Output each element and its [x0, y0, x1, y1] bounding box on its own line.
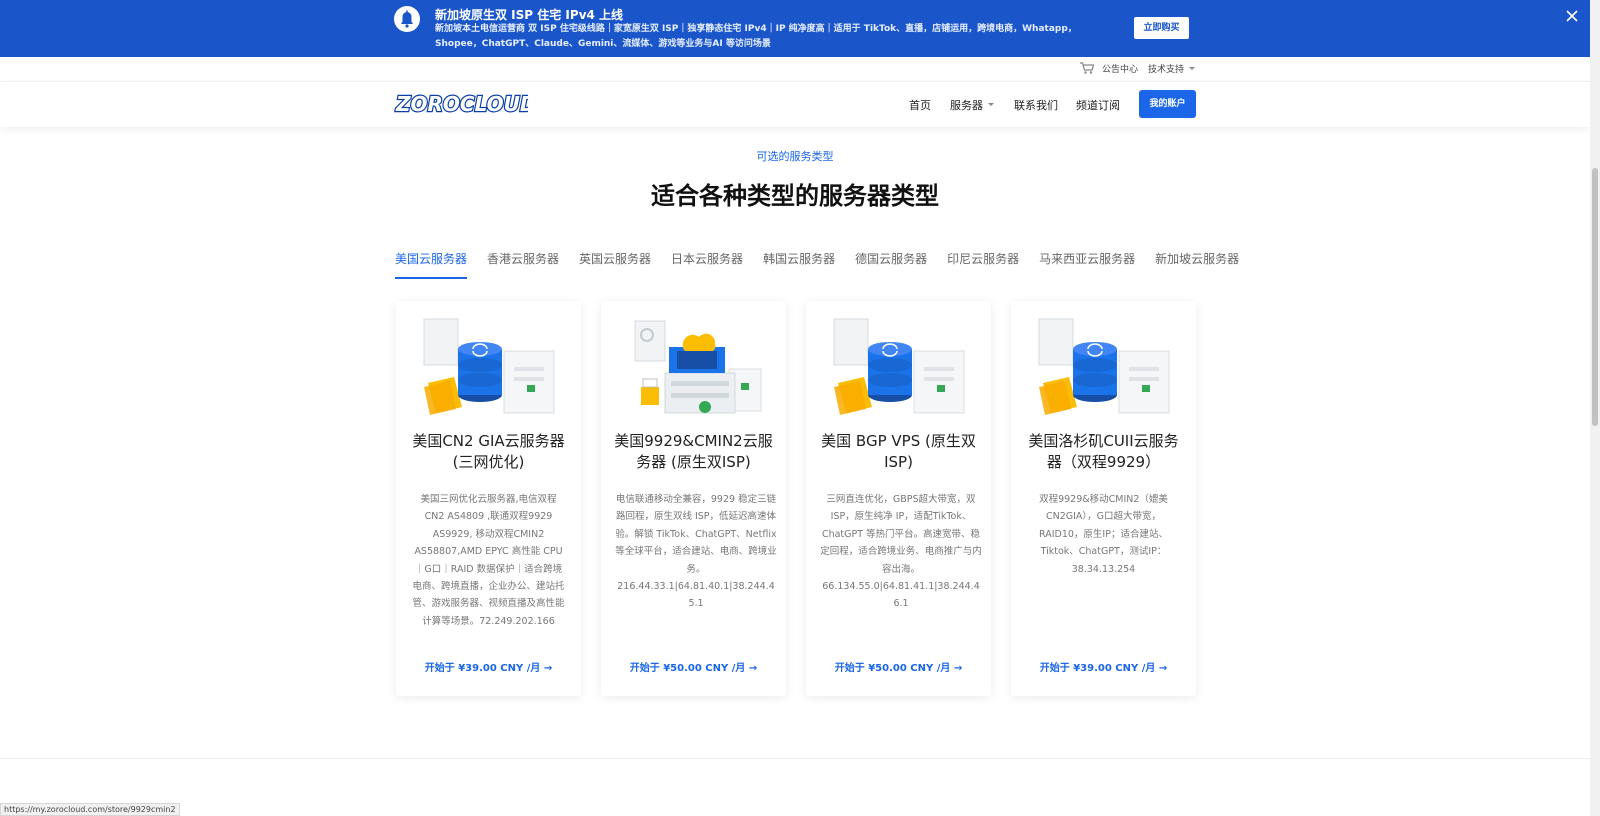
nav-subscribe[interactable]: 频道订阅: [1076, 97, 1120, 113]
page-scrollbar[interactable]: [1590, 0, 1600, 816]
support-menu[interactable]: 技术支持: [1148, 62, 1184, 75]
nav-servers[interactable]: 服务器: [950, 97, 983, 113]
arrow-right-icon: →: [1158, 663, 1168, 674]
tab-uk[interactable]: 英国云服务器: [579, 250, 651, 278]
card-price-link[interactable]: 开始于 ¥39.00 CNY /月 →: [1011, 659, 1196, 674]
my-account-button[interactable]: 我的账户: [1139, 90, 1196, 118]
tab-us[interactable]: 美国云服务器: [395, 250, 468, 279]
product-card[interactable]: 美国洛杉矶CUII云服务器（双程9929） 双程9929&移动CMIN2（媲美C…: [1011, 301, 1196, 696]
main-header: ZOROCLOUD 首页 服务器 联系我们 频道订阅 我的账户: [0, 81, 1590, 127]
tab-id[interactable]: 印尼云服务器: [947, 250, 1019, 278]
section-divider: [0, 758, 1590, 759]
status-bar-url: https://my.zorocloud.com/store/9929cmin2: [0, 803, 180, 816]
tab-sg[interactable]: 新加坡云服务器: [1155, 250, 1239, 278]
tab-my[interactable]: 马来西亚云服务器: [1039, 250, 1135, 278]
tab-hk[interactable]: 香港云服务器: [487, 250, 559, 278]
arrow-right-icon: →: [953, 663, 963, 674]
nav-home[interactable]: 首页: [909, 97, 931, 113]
section-headline: 适合各种类型的服务器类型: [651, 182, 939, 210]
card-title: 美国9929&CMIN2云服务器 (原生双ISP): [614, 432, 773, 471]
region-tabs: 美国云服务器 香港云服务器 英国云服务器 日本云服务器 韩国云服务器 德国云服务…: [395, 250, 1259, 279]
chevron-down-icon: [988, 103, 994, 106]
buy-now-button[interactable]: 立即购买: [1134, 17, 1189, 39]
product-card[interactable]: 美国CN2 GIA云服务器(三网优化) 美国三网优化云服务器,电信双程CN2 A…: [396, 301, 581, 696]
card-price-link[interactable]: 开始于 ¥39.00 CNY /月 →: [396, 659, 581, 674]
card-price: 开始于 ¥39.00 CNY /月: [1039, 663, 1156, 674]
arrow-right-icon: →: [543, 663, 553, 674]
banner-description: 新加坡本土电信运营商 双 ISP 住宅级线路｜家宽原生双 ISP｜独享静态住宅 …: [435, 24, 1077, 49]
logo-text: ZOROCLOUD: [395, 92, 528, 116]
announcements-link[interactable]: 公告中心: [1102, 62, 1138, 75]
card-description: 三网直连优化，GBPS超大带宽，双ISP，原生纯净 IP，适配TikTok、Ch…: [820, 494, 982, 610]
scrollbar-thumb[interactable]: [1592, 168, 1598, 426]
card-price-link[interactable]: 开始于 ¥50.00 CNY /月 →: [601, 659, 786, 674]
card-price: 开始于 ¥39.00 CNY /月: [424, 663, 541, 674]
top-utility-bar: 公告中心 技术支持: [0, 57, 1590, 81]
database-icon: [833, 318, 965, 415]
tab-de[interactable]: 德国云服务器: [855, 250, 927, 278]
logo[interactable]: ZOROCLOUD: [394, 91, 528, 117]
card-description: 双程9929&移动CMIN2（媲美CN2GIA），G口超大带宽，RAID10，原…: [1039, 494, 1168, 575]
card-title: 美国CN2 GIA云服务器(三网优化): [412, 432, 565, 471]
card-description: 美国三网优化云服务器,电信双程CN2 AS4809 ,联通双程9929 AS99…: [412, 494, 565, 627]
promo-banner: 新加坡原生双 ISP 住宅 IPv4 上线 新加坡本土电信运营商 双 ISP 住…: [0, 0, 1600, 57]
card-price: 开始于 ¥50.00 CNY /月: [629, 663, 746, 674]
arrow-right-icon: →: [748, 663, 758, 674]
close-icon[interactable]: [1563, 7, 1581, 25]
product-card[interactable]: 美国9929&CMIN2云服务器 (原生双ISP) 电信联通移动全兼容，9929…: [601, 301, 786, 696]
cloud-server-icon: [634, 320, 762, 414]
card-title: 美国洛杉矶CUII云服务器（双程9929）: [1028, 432, 1179, 471]
section-kicker: 可选的服务类型: [756, 150, 834, 163]
cart-icon[interactable]: [1079, 61, 1095, 75]
card-title: 美国 BGP VPS (原生双ISP): [821, 432, 976, 471]
card-price-link[interactable]: 开始于 ¥50.00 CNY /月 →: [806, 659, 991, 674]
card-description: 电信联通移动全兼容，9929 稳定三链路回程，原生双线 ISP，低延迟高速体验。…: [615, 494, 777, 610]
product-card[interactable]: 美国 BGP VPS (原生双ISP) 三网直连优化，GBPS超大带宽，双ISP…: [806, 301, 991, 696]
tab-kr[interactable]: 韩国云服务器: [763, 250, 835, 278]
bell-icon: [394, 6, 420, 32]
database-icon: [1038, 318, 1170, 415]
banner-title: 新加坡原生双 ISP 住宅 IPv4 上线: [435, 8, 624, 22]
tab-jp[interactable]: 日本云服务器: [671, 250, 743, 278]
nav-contact[interactable]: 联系我们: [1014, 97, 1058, 113]
chevron-down-icon: [1189, 67, 1195, 70]
card-price: 开始于 ¥50.00 CNY /月: [834, 663, 951, 674]
database-icon: [423, 318, 555, 415]
